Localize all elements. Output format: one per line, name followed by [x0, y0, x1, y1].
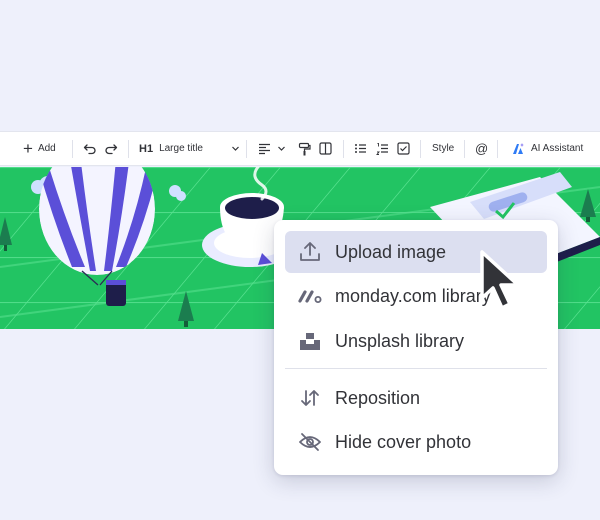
eye-off-icon [297, 429, 323, 455]
checklist-button[interactable] [397, 132, 410, 165]
menu-item-reposition[interactable]: Reposition [285, 377, 547, 419]
redo-icon [105, 143, 118, 154]
heading-select-value: Large title [159, 143, 203, 154]
toolbar-divider [464, 140, 465, 158]
menu-item-label: monday.com library [335, 285, 491, 306]
unsplash-logo-icon [297, 328, 323, 354]
columns-button[interactable] [319, 132, 332, 165]
menu-item-label: Unsplash library [335, 330, 465, 351]
menu-divider [285, 368, 547, 369]
toolbar-divider [72, 140, 73, 158]
columns-icon [319, 142, 332, 155]
bullet-list-icon [355, 144, 366, 153]
redo-button[interactable] [104, 132, 118, 165]
chevron-down-icon [278, 146, 285, 151]
mention-button[interactable]: @ [475, 132, 488, 165]
toolbar-divider [246, 140, 247, 158]
editor-toolbar: + Add H1 Large title Style @ AI Assistan… [0, 131, 600, 166]
undo-button[interactable] [83, 132, 97, 165]
align-button[interactable] [258, 132, 286, 165]
checkbox-icon [397, 142, 410, 155]
menu-item-label: Reposition [335, 387, 421, 408]
menu-item-hide-cover-photo[interactable]: Hide cover photo [285, 421, 547, 463]
heading-level-label: H1 [139, 142, 154, 155]
monday-logo-icon [297, 283, 323, 309]
toolbar-divider [497, 140, 498, 158]
heading-select[interactable]: H1 Large title [139, 132, 240, 165]
menu-item-label: Hide cover photo [335, 431, 472, 452]
toolbar-divider [420, 140, 421, 158]
ai-assistant-button[interactable]: AI Assistant [511, 132, 583, 165]
chevron-down-icon [232, 146, 239, 151]
ai-assistant-label: AI Assistant [531, 143, 584, 154]
style-button-label: Style [432, 143, 455, 154]
ai-assistant-icon [513, 142, 524, 154]
align-left-icon [259, 143, 270, 155]
style-button[interactable]: Style [432, 132, 454, 165]
add-button-label: Add [37, 143, 56, 154]
format-painter-button[interactable] [298, 132, 311, 165]
menu-item-unsplash-library[interactable]: Unsplash library [285, 320, 547, 362]
numbered-list-button[interactable] [376, 132, 389, 165]
undo-icon [83, 143, 96, 154]
toolbar-divider [343, 140, 344, 158]
add-button[interactable]: + Add [23, 132, 56, 165]
bullet-list-button[interactable] [354, 132, 367, 165]
toolbar-divider [128, 140, 129, 158]
menu-item-label: Upload image [335, 241, 447, 262]
upload-icon [297, 239, 323, 265]
numbered-list-icon [376, 143, 388, 155]
reposition-arrows-icon [297, 385, 323, 411]
at-sign-icon: @ [475, 141, 489, 156]
mouse-cursor-icon [480, 250, 520, 310]
paint-roller-icon [298, 142, 311, 155]
plus-icon: + [23, 139, 33, 158]
